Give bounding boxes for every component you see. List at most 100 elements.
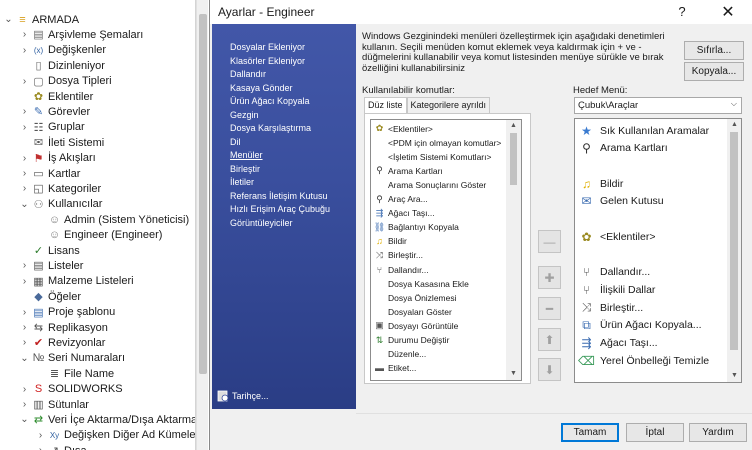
- commands-scrollbar[interactable]: ▲ ▼: [506, 120, 521, 380]
- menu-item[interactable]: ⚲ Arama Kartları: [579, 140, 668, 157]
- command-item[interactable]: ▣ Dosyayı Görüntüle: [374, 319, 458, 332]
- chevron-right-icon[interactable]: ›: [20, 260, 29, 271]
- chevron-down-icon[interactable]: ⌄: [20, 353, 29, 364]
- chevron-right-icon[interactable]: ›: [20, 399, 29, 410]
- tree-item[interactable]: ▯ Dizinleniyor: [20, 58, 104, 73]
- menu-scrollbar-thumb[interactable]: [730, 132, 738, 350]
- tree-scrollbar-thumb[interactable]: [199, 14, 207, 374]
- command-item[interactable]: ▬ Etiket...: [374, 362, 416, 375]
- menu-item[interactable]: ⇶ Ağacı Taşı...: [579, 334, 657, 351]
- nav-item[interactable]: İletiler: [230, 177, 254, 187]
- command-item[interactable]: Dosyaları Göster: [388, 305, 452, 318]
- nav-item[interactable]: Hızlı Erişim Araç Çubuğu: [230, 204, 330, 214]
- tree-item[interactable]: › ◱ Kategoriler: [20, 181, 101, 196]
- menu-item[interactable]: ⧉ Ürün Ağacı Kopyala...: [579, 317, 701, 334]
- move-up-button[interactable]: ⬆: [538, 328, 561, 351]
- tree-item[interactable]: › ✎ Görevler: [20, 104, 90, 119]
- command-item[interactable]: Düzenle...: [388, 348, 426, 361]
- tree-item[interactable]: ⌄ ≡ ARMADA: [4, 12, 79, 27]
- tree-item[interactable]: › ⚑ İş Akışları: [20, 151, 96, 166]
- tab-categorized[interactable]: Kategorilere ayrıldı: [406, 97, 491, 114]
- nav-item[interactable]: Gezgin: [230, 110, 259, 120]
- nav-item[interactable]: Dil: [230, 137, 241, 147]
- command-item[interactable]: ⤨ Birleştir...: [374, 249, 423, 262]
- nav-item[interactable]: Görüntüleyiciler: [230, 218, 293, 228]
- tree-item[interactable]: › ▤ Arşivleme Şemaları: [20, 27, 144, 42]
- tree-item[interactable]: ✉ İleti Sistemi: [20, 135, 104, 150]
- cancel-button[interactable]: İptal: [626, 423, 684, 442]
- chevron-down-icon[interactable]: ⌄: [4, 14, 13, 25]
- nav-item[interactable]: Ürün Ağacı Kopyala: [230, 96, 310, 106]
- tree-item[interactable]: › ▤ Proje şablonu: [20, 305, 115, 320]
- chevron-right-icon[interactable]: ›: [20, 168, 29, 179]
- chevron-right-icon[interactable]: ›: [20, 384, 29, 395]
- help-button[interactable]: Yardım: [689, 423, 747, 442]
- tree-item[interactable]: › ⇆ Replikasyon: [20, 320, 108, 335]
- tree-item[interactable]: ⌄ ⇄ Veri İçe Aktarma/Dışa Aktarma: [20, 412, 195, 427]
- target-menu-list[interactable]: ★ Sık Kullanılan Aramalar ⚲ Arama Kartları ♫…: [574, 118, 742, 383]
- command-item[interactable]: ⇶ Ağacı Taşı...: [374, 207, 435, 220]
- tree-item[interactable]: ◆ Öğeler: [20, 289, 81, 304]
- nav-item[interactable]: Menüler: [230, 150, 263, 160]
- tree-item[interactable]: › ☷ Gruplar: [20, 120, 85, 135]
- scroll-up-icon[interactable]: ▲: [727, 119, 742, 131]
- command-item[interactable]: <PDM için olmayan komutlar>: [388, 136, 501, 149]
- chevron-right-icon[interactable]: ›: [20, 122, 29, 133]
- command-item[interactable]: ♫ Bildir: [374, 235, 407, 248]
- tree-item[interactable]: › ▤ Listeler: [20, 258, 84, 273]
- commands-scrollbar-thumb[interactable]: [510, 133, 517, 185]
- tree-item[interactable]: ☺ Engineer (Engineer): [36, 228, 163, 243]
- available-commands-list[interactable]: ✿ <Eklentiler> <PDM için olmayan komutlar>…: [370, 119, 522, 381]
- nav-item[interactable]: Dosyalar Ekleniyor: [230, 42, 305, 52]
- tree-item[interactable]: ☺ Admin (Sistem Yöneticisi): [36, 212, 189, 227]
- command-item[interactable]: ⇅ Durumu Değiştir: [374, 334, 450, 347]
- nav-item[interactable]: Dallandır: [230, 69, 266, 79]
- tree-item[interactable]: › S SOLIDWORKS: [20, 382, 123, 397]
- tree-item[interactable]: ⌄ № Seri Numaraları: [20, 351, 125, 366]
- ok-button[interactable]: Tamam: [561, 423, 619, 442]
- tree-item[interactable]: ✿ Eklentiler: [20, 89, 93, 104]
- remove-button[interactable]: ━: [538, 297, 561, 320]
- menu-item[interactable]: ⌫ Yerel Önbelleği Temizle: [578, 352, 709, 369]
- menu-item[interactable]: ★ Sık Kullanılan Aramalar: [579, 122, 709, 139]
- nav-item[interactable]: Referans İletişim Kutusu: [230, 191, 328, 201]
- menu-item[interactable]: ⤨ Birleştir...: [579, 299, 644, 316]
- separator-button[interactable]: —: [538, 230, 561, 253]
- chevron-right-icon[interactable]: ›: [20, 322, 29, 333]
- chevron-right-icon[interactable]: ›: [36, 445, 45, 450]
- command-item[interactable]: Dosya Önizlemesi: [388, 291, 457, 304]
- command-item[interactable]: ✿ <Eklentiler>: [374, 122, 433, 135]
- tree-item[interactable]: ⌄ ⚇ Kullanıcılar: [20, 197, 102, 212]
- add-button[interactable]: ✚: [538, 266, 561, 289]
- chevron-right-icon[interactable]: ›: [20, 29, 29, 40]
- copy-button[interactable]: Kopyala...: [684, 62, 744, 81]
- chevron-right-icon[interactable]: ›: [20, 276, 29, 287]
- chevron-right-icon[interactable]: ›: [20, 76, 29, 87]
- history-link[interactable]: Tarihçe...: [217, 390, 269, 402]
- command-item[interactable]: Arama Sonuçlarını Göster: [388, 178, 486, 191]
- tree-item[interactable]: › Xy Değişken Diğer Ad Kümeleri: [36, 428, 195, 443]
- chevron-right-icon[interactable]: ›: [20, 153, 29, 164]
- tree-item[interactable]: ›↗Dışa...: [36, 443, 96, 450]
- command-item[interactable]: ⛓ Bağlantıyı Kopyala: [374, 221, 459, 234]
- tree-item[interactable]: › ▭ Kartlar: [20, 166, 81, 181]
- scroll-down-icon[interactable]: ▼: [727, 370, 742, 382]
- tree-item[interactable]: ≣ File Name: [36, 366, 114, 381]
- chevron-down-icon[interactable]: ⌄: [20, 199, 29, 210]
- chevron-right-icon[interactable]: ›: [20, 106, 29, 117]
- menu-scrollbar[interactable]: ▲ ▼: [727, 119, 741, 382]
- scroll-down-icon[interactable]: ▼: [506, 368, 521, 380]
- menu-item[interactable]: ♫ Bildir: [579, 175, 623, 192]
- menu-item[interactable]: ✉ Gelen Kutusu: [579, 193, 663, 210]
- command-item[interactable]: ⚲ Arama Kartları: [374, 164, 443, 177]
- help-icon[interactable]: ?: [674, 4, 690, 20]
- command-item[interactable]: ⚲ Araç Ara...: [374, 193, 427, 206]
- chevron-right-icon[interactable]: ›: [20, 307, 29, 318]
- tree-item[interactable]: › ▢ Dosya Tipleri: [20, 74, 112, 89]
- target-menu-select[interactable]: Çubuk\Araçlar ⌵: [574, 97, 742, 114]
- nav-item[interactable]: Kasaya Gönder: [230, 83, 293, 93]
- nav-item[interactable]: Klasörler Ekleniyor: [230, 56, 305, 66]
- chevron-right-icon[interactable]: ›: [36, 430, 45, 441]
- tree-item[interactable]: › (x) Değişkenler: [20, 43, 106, 58]
- command-item[interactable]: Dosya Kasasına Ekle: [388, 277, 469, 290]
